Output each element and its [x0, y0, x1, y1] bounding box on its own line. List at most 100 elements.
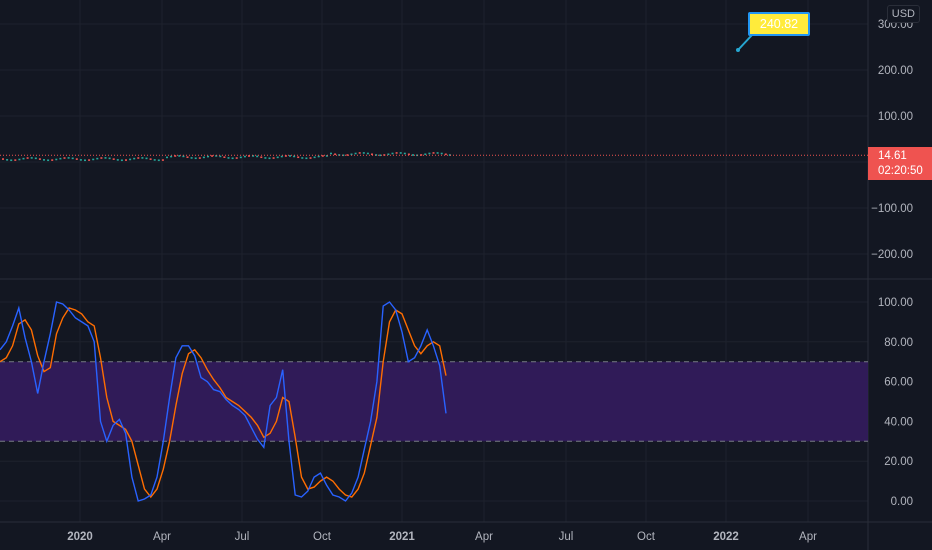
time-tick-label: Oct — [637, 531, 656, 543]
candle — [149, 158, 152, 160]
currency-label[interactable]: USD — [886, 5, 920, 23]
price-callout-label[interactable]: 240.82 — [748, 12, 810, 36]
candle — [88, 159, 91, 161]
callout-anchor — [736, 48, 740, 52]
candle — [227, 157, 230, 159]
candle — [137, 157, 140, 159]
oscillator-tick-label: 60.00 — [884, 377, 913, 389]
candle — [30, 157, 33, 159]
time-tick-label: 2022 — [713, 531, 739, 543]
candle — [34, 157, 37, 160]
candle — [145, 157, 148, 160]
candle — [235, 157, 238, 159]
candle — [71, 157, 74, 160]
candle — [22, 157, 25, 160]
candle — [67, 157, 70, 159]
candle — [432, 152, 435, 154]
candle — [260, 156, 263, 159]
time-tick-label: Jul — [559, 531, 574, 543]
oscillator-tick-label: 0.00 — [891, 496, 913, 508]
last-price-value: 14.61 — [878, 150, 907, 162]
candle — [125, 159, 127, 161]
candle — [116, 159, 119, 161]
time-tick-label: Jul — [235, 531, 250, 543]
candle — [403, 152, 406, 155]
candle — [301, 157, 304, 159]
candle — [63, 157, 66, 159]
time-tick-label: Oct — [313, 531, 332, 543]
price-candles[interactable] — [2, 152, 451, 162]
candle — [305, 157, 308, 160]
candle — [2, 158, 4, 160]
grid — [0, 0, 868, 522]
candle — [96, 157, 99, 160]
candle — [358, 152, 361, 154]
candle — [6, 159, 9, 161]
time-tick-label: 2021 — [389, 531, 415, 543]
candle — [43, 159, 45, 161]
candle — [186, 156, 189, 158]
candle — [395, 152, 398, 154]
candle — [362, 152, 365, 154]
candle — [75, 158, 78, 160]
candle — [309, 157, 312, 159]
candle — [276, 156, 279, 159]
time-tick-label: Apr — [799, 531, 817, 543]
candle — [182, 155, 185, 158]
bar-countdown: 02:20:50 — [878, 165, 923, 177]
candle — [38, 158, 41, 160]
last-price-badge: 14.61 02:20:50 — [868, 147, 932, 180]
candle — [120, 159, 123, 162]
candle — [14, 159, 17, 161]
candle — [100, 157, 103, 159]
candle — [59, 157, 62, 160]
candle — [55, 158, 58, 161]
candle — [10, 159, 13, 162]
chart-canvas[interactable]: 300.00200.00100.00−100.00−200.00100.0080… — [0, 0, 932, 550]
candle — [47, 159, 50, 162]
candle — [170, 155, 173, 158]
candle — [268, 157, 271, 160]
price-axis[interactable]: 300.00200.00100.00−100.00−200.00100.0080… — [871, 19, 913, 508]
candle — [330, 152, 332, 155]
candle — [231, 157, 234, 160]
candle — [190, 157, 193, 159]
candle — [317, 155, 320, 158]
candle — [293, 155, 296, 158]
candle — [133, 157, 136, 160]
candle — [313, 156, 316, 159]
candle — [334, 153, 337, 156]
candle — [366, 152, 369, 155]
oscillator-band-fill — [0, 361, 868, 442]
candle — [354, 152, 357, 155]
price-tick-label: −100.00 — [871, 203, 913, 215]
candle — [428, 152, 431, 155]
pane-separator[interactable] — [0, 0, 932, 550]
candle — [104, 157, 107, 159]
candle — [194, 157, 197, 160]
candle — [141, 157, 144, 159]
candle — [92, 158, 95, 161]
candle — [264, 157, 267, 159]
time-axis[interactable]: 2020 Apr Jul Oct 2021 Apr Jul Oct 2022 Apr — [67, 531, 817, 543]
oscillator-tick-label: 100.00 — [878, 297, 913, 309]
candle — [18, 158, 21, 161]
candle — [198, 157, 201, 159]
horizontal-line-drawing[interactable] — [0, 0, 753, 52]
time-tick-label: Apr — [153, 531, 171, 543]
candle — [440, 152, 443, 155]
candle — [84, 159, 86, 162]
stochastic-oscillator[interactable] — [0, 301, 868, 502]
candle — [297, 156, 300, 159]
candle — [321, 155, 324, 157]
candle — [412, 154, 414, 156]
candle — [223, 156, 226, 159]
oscillator-tick-label: 80.00 — [884, 337, 913, 349]
candle — [207, 155, 209, 158]
candle — [26, 157, 29, 159]
price-tick-label: −200.00 — [871, 249, 913, 261]
candle — [51, 159, 54, 161]
candle — [436, 152, 439, 154]
candle — [444, 153, 447, 156]
candle — [157, 159, 160, 162]
